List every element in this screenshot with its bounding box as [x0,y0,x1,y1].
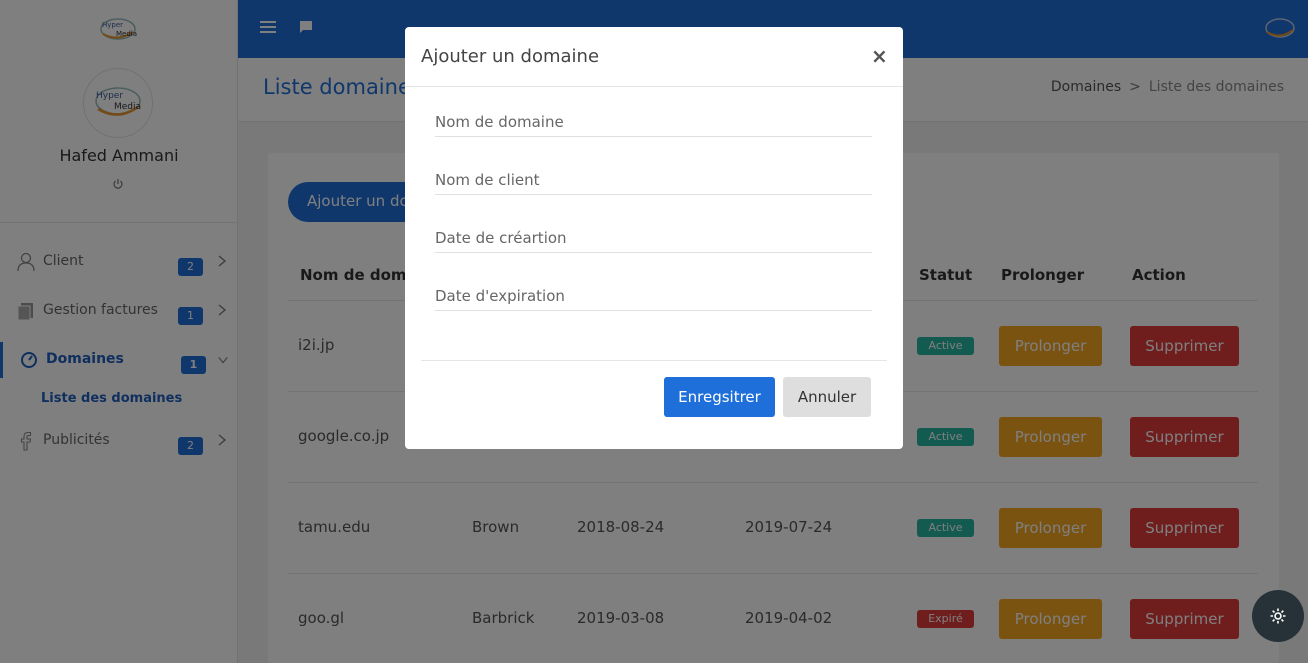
gear-icon [1270,608,1286,624]
modal-header-divider [405,86,903,87]
close-icon[interactable]: × [871,44,888,68]
modal-title: Ajouter un domaine [421,46,600,67]
client-name-input[interactable] [435,165,872,195]
settings-button[interactable] [1252,590,1304,642]
add-domain-modal: Ajouter un domaine × Enregsitrer Annuler [405,27,903,449]
domain-name-input[interactable] [435,107,872,137]
modal-footer-divider [421,360,887,361]
expiration-date-input[interactable] [435,281,872,311]
save-button[interactable]: Enregsitrer [664,377,775,417]
cancel-button[interactable]: Annuler [783,377,871,417]
creation-date-input[interactable] [435,223,872,253]
